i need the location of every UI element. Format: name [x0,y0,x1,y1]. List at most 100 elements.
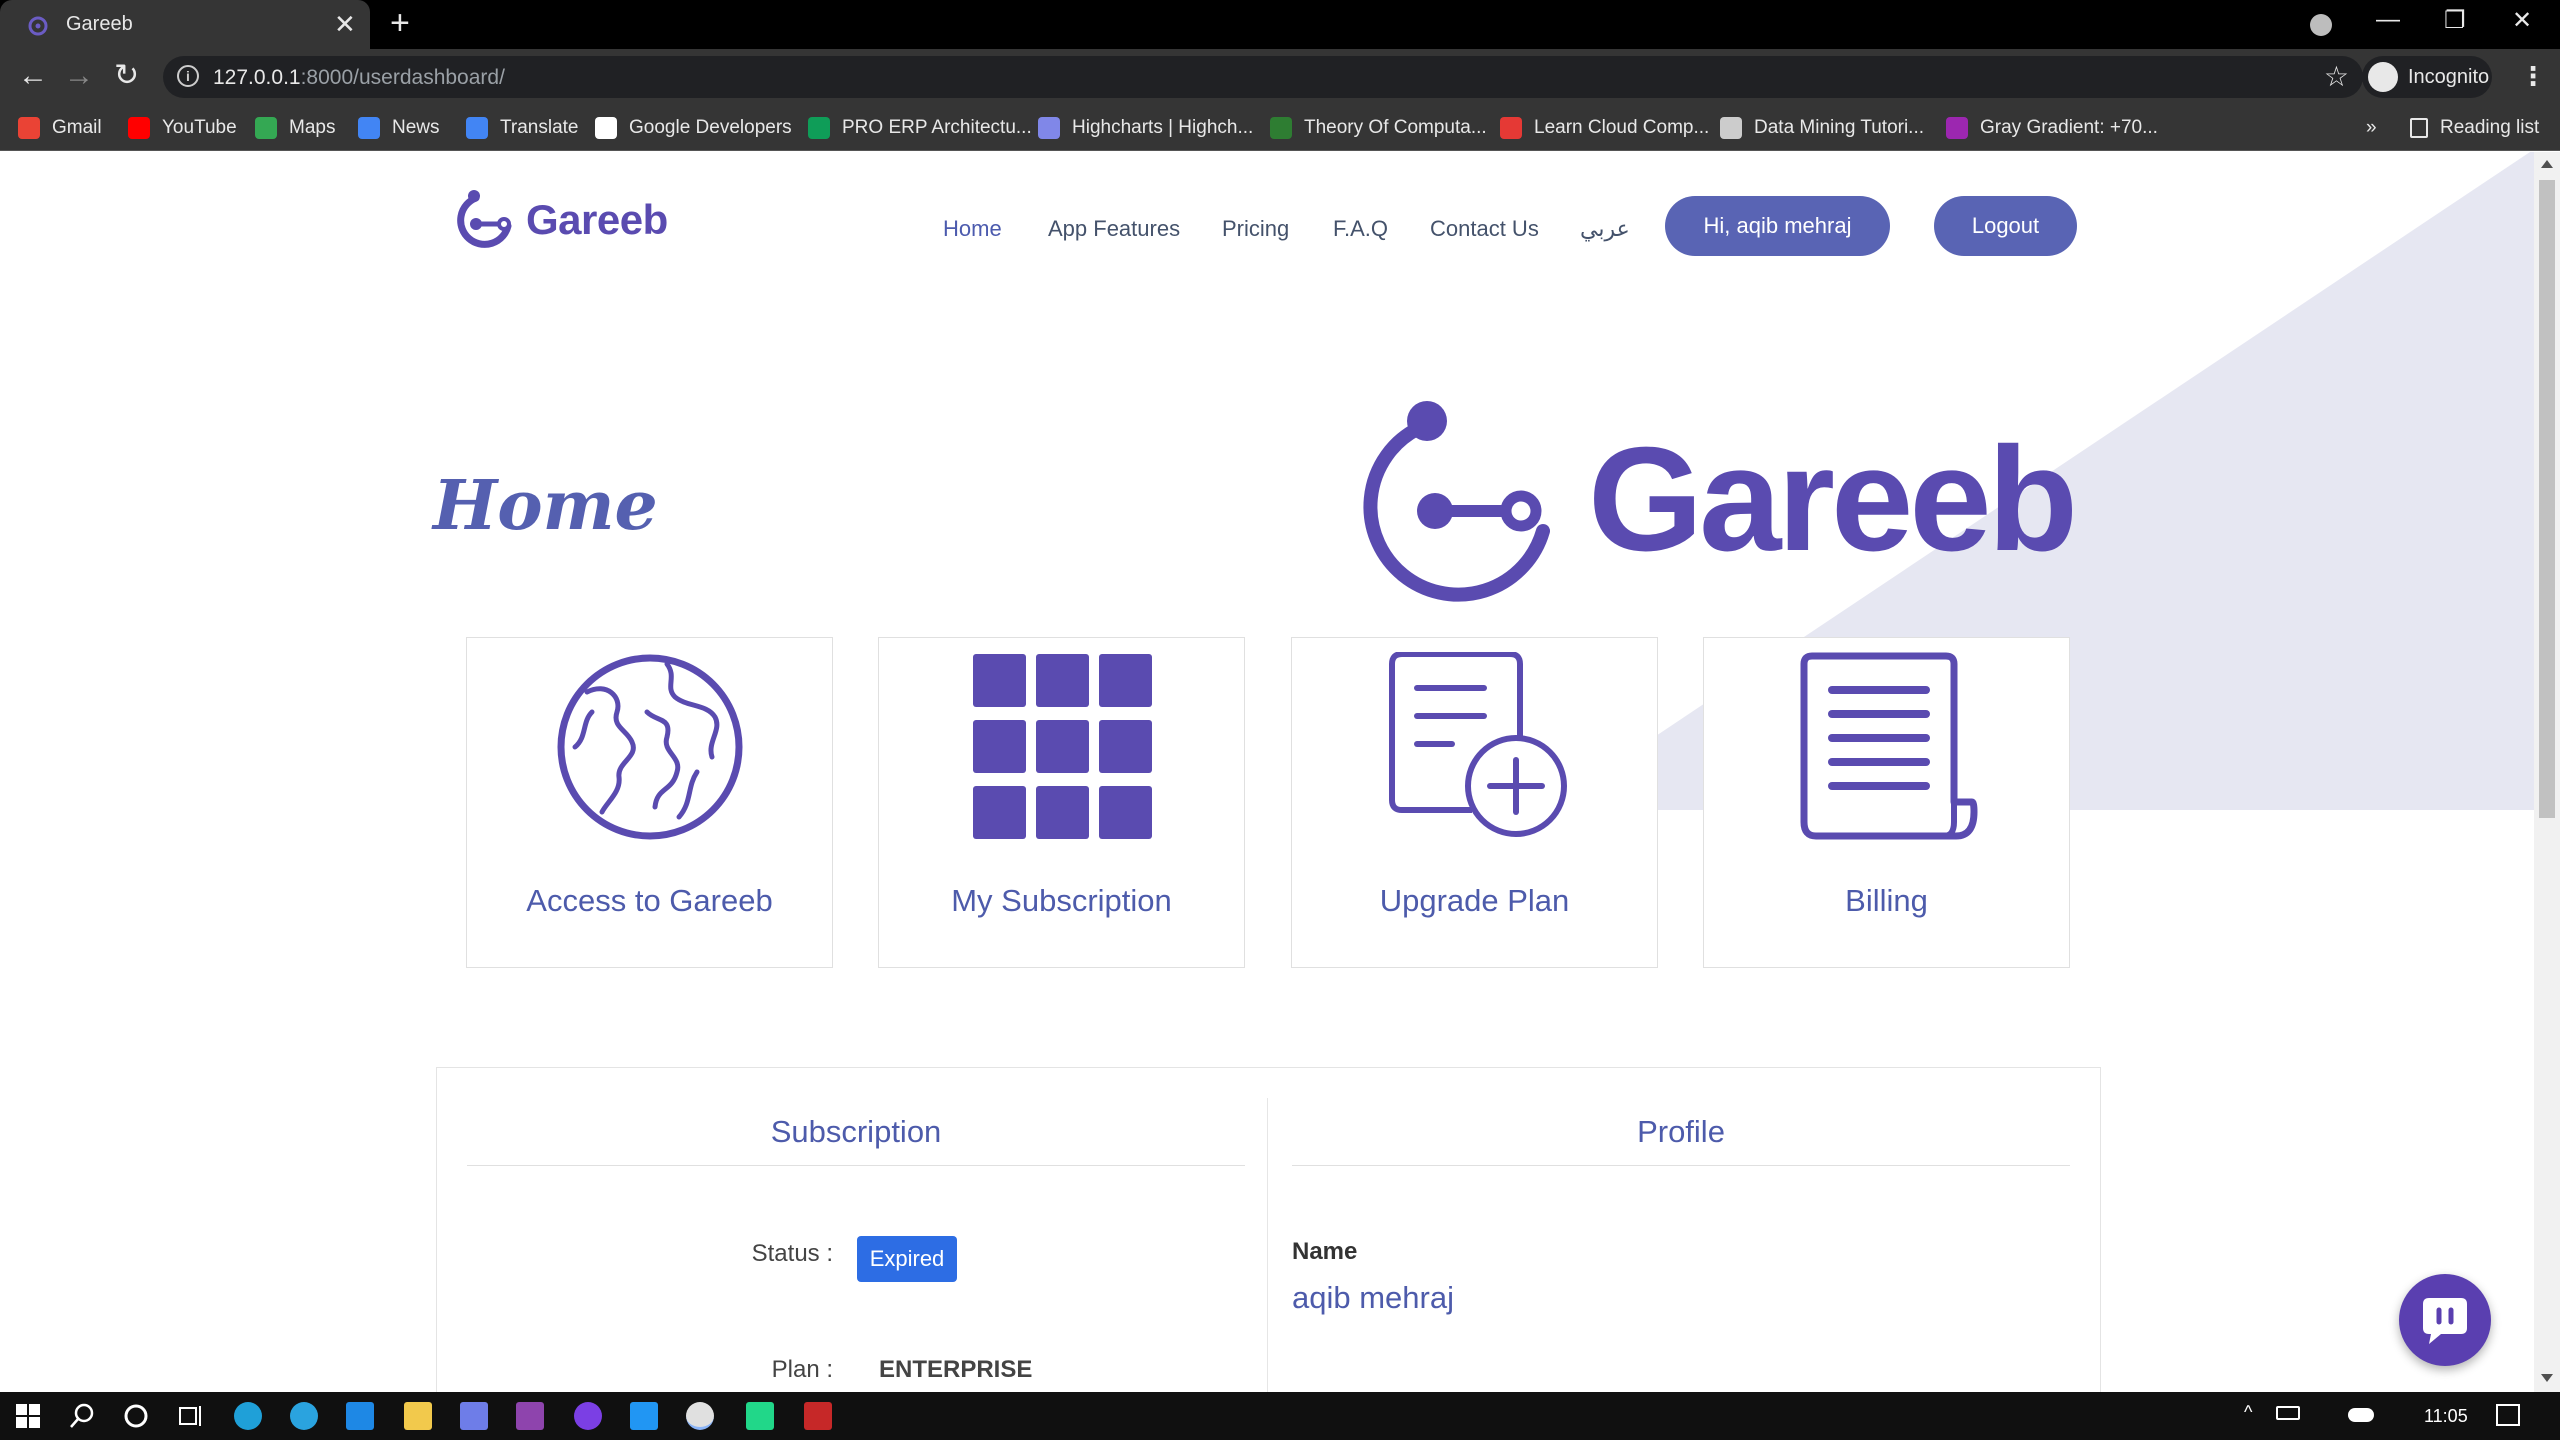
scroll-up-icon[interactable] [2541,160,2553,168]
bookmark-item[interactable]: Learn Cloud Comp... [1500,115,1709,141]
nav-pricing[interactable]: Pricing [1222,216,1289,242]
reload-icon[interactable]: ↻ [114,61,139,91]
url-text[interactable]: 127.0.0.1:8000/userdashboard/ [213,66,505,90]
bookmark-favicon-icon [1038,117,1060,139]
user-greeting-button[interactable]: Hi, aqib mehraj [1665,196,1890,256]
vscode-icon[interactable] [630,1402,658,1430]
bookmark-item[interactable]: Translate [466,115,579,141]
bookmark-label: Translate [500,117,579,138]
bookmark-item[interactable]: Gmail [18,115,102,141]
bookmark-label: Gray Gradient: +70... [1980,117,2158,138]
gareeb-hero-logo-icon [1363,401,1550,602]
bookmark-item[interactable]: Highcharts | Highch... [1038,115,1253,141]
profile-heading: Profile [1637,1114,1725,1149]
bookmark-item[interactable]: Maps [255,115,335,141]
site-brand-name: Gareeb [526,196,668,243]
minimize-icon[interactable]: — [2376,6,2400,34]
tab-search-icon[interactable] [2310,14,2332,36]
logout-button[interactable]: Logout [1934,196,2077,256]
github-desktop-icon[interactable] [574,1402,602,1430]
hero-brand-name: Gareeb [1588,417,2078,582]
page-scrollbar[interactable] [2534,152,2560,1392]
new-tab-button[interactable]: + [390,4,410,43]
scroll-down-icon[interactable] [2541,1374,2553,1382]
bookmark-label: News [392,117,440,138]
restore-icon[interactable]: ❐ [2444,6,2466,35]
nav-app-features[interactable]: App Features [1048,216,1180,242]
edge-icon[interactable] [234,1402,262,1430]
bookmark-favicon-icon [466,117,488,139]
nav-contact-us[interactable]: Contact Us [1430,216,1539,242]
globe-icon [557,654,743,840]
incognito-indicator[interactable]: Incognito [2362,56,2492,98]
bookmark-star-icon[interactable]: ☆ [2324,60,2349,93]
task-view-icon[interactable] [176,1402,204,1430]
chat-widget-button[interactable] [2399,1274,2491,1366]
plan-value: ENTERPRISE [879,1356,1033,1383]
bookmark-label: Learn Cloud Comp... [1534,117,1710,138]
more-bookmarks-button[interactable]: » [2366,115,2377,141]
filezilla-icon[interactable] [804,1402,832,1430]
bookmark-favicon-icon [358,117,380,139]
wifi-icon[interactable] [2316,1406,2338,1424]
subscription-heading-rule [467,1165,1245,1166]
back-arrow-icon[interactable]: ← [18,61,48,91]
onedrive-icon[interactable] [2348,1408,2374,1422]
bookmark-label: Data Mining Tutori... [1754,117,1925,138]
file-explorer-icon[interactable] [404,1402,432,1430]
browser-menu-icon[interactable]: ⋮ [2520,61,2546,92]
nav-faq[interactable]: F.A.Q [1333,216,1388,242]
search-icon[interactable] [68,1402,96,1430]
subscription-heading: Subscription [770,1114,942,1149]
cortana-icon[interactable] [122,1402,150,1430]
panel-divider [1267,1098,1268,1392]
card-upgrade-plan[interactable]: Upgrade Plan [1291,637,1658,968]
site-logo[interactable]: Gareeb [450,186,668,254]
name-value: aqib mehraj [1292,1280,1454,1315]
bookmark-favicon-icon [128,117,150,139]
site-info-icon[interactable]: i [177,65,199,87]
clock[interactable]: 11:05 [2424,1406,2468,1427]
app-icon[interactable] [460,1402,488,1430]
browser-toolbar: ← → ↻ i 127.0.0.1:8000/userdashboard/ ☆ … [0,49,2560,105]
pycharm-icon[interactable] [746,1402,774,1430]
tray-chevron-icon[interactable]: ^ [2244,1402,2252,1423]
gareeb-logo-icon [457,190,512,248]
account-summary-panel: Subscription Status : Expired Plan : ENT… [436,1067,2101,1392]
visual-studio-icon[interactable] [516,1402,544,1430]
card-label: Access to Gareeb [526,883,773,918]
bookmark-item[interactable]: News [358,115,440,141]
address-bar[interactable]: i 127.0.0.1:8000/userdashboard/ ☆ [163,56,2363,98]
tab-close-icon[interactable]: ✕ [334,9,356,40]
tab-title: Gareeb [66,13,133,35]
nav-home[interactable]: Home [943,216,1002,242]
scrollbar-thumb[interactable] [2539,180,2555,818]
reading-list-button[interactable]: Reading list [2410,115,2539,141]
forward-arrow-icon[interactable]: → [64,61,94,91]
telegram-icon[interactable] [290,1402,318,1430]
card-access-to-gareeb[interactable]: Access to Gareeb [466,637,833,968]
card-billing[interactable]: Billing [1703,637,2070,968]
gareeb-favicon-icon [28,16,48,36]
card-label: Upgrade Plan [1379,883,1570,918]
volume-icon[interactable] [2386,1406,2406,1426]
bookmark-item[interactable]: YouTube [128,115,237,141]
bookmark-item[interactable]: Google Developers [595,115,792,141]
bookmark-item[interactable]: Gray Gradient: +70... [1946,115,2158,141]
chrome-icon[interactable] [686,1402,714,1430]
window-close-icon[interactable]: ✕ [2512,6,2532,35]
bookmark-item[interactable]: Data Mining Tutori... [1720,115,1924,141]
card-my-subscription[interactable]: My Subscription [878,637,1245,968]
grid-icon [973,654,1152,839]
battery-icon[interactable] [2276,1406,2300,1420]
windows-start-icon[interactable] [14,1402,42,1430]
browser-tab[interactable]: Gareeb ✕ [0,0,370,49]
bookmark-favicon-icon [1720,117,1742,139]
chat-bubble-icon [2423,1298,2467,1344]
bookmark-item[interactable]: Theory Of Computa... [1270,115,1487,141]
nav-arabic[interactable]: عربي [1580,216,1630,242]
bookmark-item[interactable]: PRO ERP Architectu... [808,115,1032,141]
mail-icon[interactable] [346,1402,374,1430]
bookmarks-bar: Gmail YouTube Maps News Translate Google Deve… [0,105,2560,151]
notifications-icon[interactable] [2496,1404,2520,1426]
